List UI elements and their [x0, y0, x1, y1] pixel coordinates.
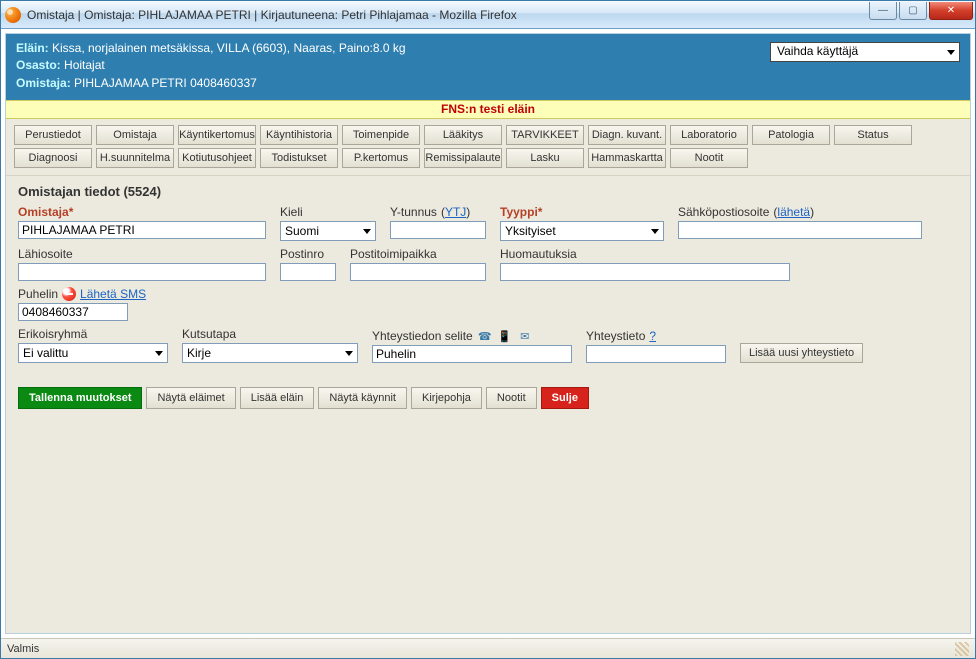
nav-item-row2-3[interactable]: Todistukset	[260, 148, 338, 168]
mail-icon[interactable]: ✉	[517, 329, 533, 343]
send-email-link[interactable]: lähetä	[777, 205, 810, 219]
mobile-icon[interactable]: 📱	[497, 329, 513, 343]
ytunnus-input[interactable]	[390, 221, 486, 239]
yhteystieto-label: Yhteystieto ?	[586, 329, 726, 343]
resize-grip-icon[interactable]	[955, 642, 969, 656]
erikoisryhma-label: Erikoisryhmä	[18, 327, 168, 341]
nav-area: PerustiedotOmistajaKäyntikertomusKäyntih…	[6, 119, 970, 176]
yhteystieto-input[interactable]	[586, 345, 726, 363]
nav-item-row1-9[interactable]: Patologia	[752, 125, 830, 145]
postinro-input[interactable]	[280, 263, 336, 281]
chevron-down-icon	[651, 229, 659, 234]
kutsutapa-value: Kirje	[187, 346, 211, 360]
kieli-select[interactable]: Suomi	[280, 221, 376, 241]
chevron-down-icon	[947, 50, 955, 55]
nav-item-row1-7[interactable]: Diagn. kuvant.	[588, 125, 666, 145]
info-header: Eläin: Kissa, norjalainen metsäkissa, VI…	[6, 34, 970, 100]
tyyppi-select[interactable]: Yksityiset	[500, 221, 664, 241]
show-animals-button[interactable]: Näytä eläimet	[146, 387, 235, 409]
tyyppi-value: Yksityiset	[505, 224, 556, 238]
elain-label: Eläin:	[16, 41, 49, 55]
lahiosoite-input[interactable]	[18, 263, 266, 281]
erikoisryhma-value: Ei valittu	[23, 346, 68, 360]
nav-item-row2-0[interactable]: Diagnoosi	[14, 148, 92, 168]
nav-item-row1-1[interactable]: Omistaja	[96, 125, 174, 145]
nav-item-row2-1[interactable]: H.suunnitelma	[96, 148, 174, 168]
nav-item-row2-6[interactable]: Lasku	[506, 148, 584, 168]
close-button[interactable]: Sulje	[541, 387, 589, 409]
omistaja-value: PIHLAJAMAA PETRI 0408460337	[74, 76, 257, 90]
kutsutapa-label: Kutsutapa	[182, 327, 358, 341]
nav-item-row1-5[interactable]: Lääkitys	[424, 125, 502, 145]
postitoimipaikka-input[interactable]	[350, 263, 486, 281]
stop-icon	[62, 287, 76, 301]
tyyppi-label: Tyyppi*	[500, 205, 664, 219]
nav-item-row1-8[interactable]: Laboratorio	[670, 125, 748, 145]
test-animal-banner: FNS:n testi eläin	[6, 100, 970, 119]
user-switch-label: Vaihda käyttäjä	[777, 43, 858, 60]
nav-item-row2-5[interactable]: Remissipalaute	[424, 148, 502, 168]
status-text: Valmis	[7, 643, 39, 655]
add-contact-button[interactable]: Lisää uusi yhteystieto	[740, 343, 863, 363]
ytj-link[interactable]: YTJ	[445, 205, 466, 219]
kieli-label: Kieli	[280, 205, 376, 219]
titlebar: Omistaja | Omistaja: PIHLAJAMAA PETRI | …	[1, 1, 975, 29]
nav-item-row2-4[interactable]: P.kertomus	[342, 148, 420, 168]
huomautuksia-label: Huomautuksia	[500, 247, 790, 261]
window-close-button[interactable]: ✕	[929, 2, 973, 20]
statusbar: Valmis	[1, 638, 975, 658]
save-button[interactable]: Tallenna muutokset	[18, 387, 142, 409]
show-visits-button[interactable]: Näytä käynnit	[318, 387, 407, 409]
letter-template-button[interactable]: Kirjepohja	[411, 387, 482, 409]
chevron-down-icon	[155, 351, 163, 356]
nav-item-row1-0[interactable]: Perustiedot	[14, 125, 92, 145]
maximize-button[interactable]: ▢	[899, 2, 927, 20]
user-switch-dropdown[interactable]: Vaihda käyttäjä	[770, 42, 960, 62]
puhelin-label: Puhelin Lähetä SMS	[18, 287, 168, 301]
firefox-icon	[5, 7, 21, 23]
nav-item-row2-8[interactable]: Nootit	[670, 148, 748, 168]
postitoimipaikka-label: Postitoimipaikka	[350, 247, 486, 261]
lahiosoite-label: Lähiosoite	[18, 247, 266, 261]
phone-icon[interactable]: ☎	[477, 329, 493, 343]
minimize-button[interactable]: —	[869, 2, 897, 20]
chevron-down-icon	[345, 351, 353, 356]
kutsutapa-select[interactable]: Kirje	[182, 343, 358, 363]
kieli-value: Suomi	[285, 224, 319, 238]
elain-value: Kissa, norjalainen metsäkissa, VILLA (66…	[52, 41, 406, 55]
omistaja-input[interactable]	[18, 221, 266, 239]
nav-item-row1-3[interactable]: Käyntihistoria	[260, 125, 338, 145]
content-area	[6, 417, 970, 633]
section-title: Omistajan tiedot (5524)	[6, 176, 970, 205]
nav-item-row1-6[interactable]: TARVIKKEET	[506, 125, 584, 145]
osasto-label: Osasto:	[16, 58, 61, 72]
yhteystieto-help-link[interactable]: ?	[649, 329, 656, 343]
action-bar: Tallenna muutokset Näytä eläimet Lisää e…	[6, 379, 970, 417]
ytunnus-label: Y-tunnus (YTJ)	[390, 205, 486, 219]
nav-item-row1-10[interactable]: Status	[834, 125, 912, 145]
yhteystiedon-selite-input[interactable]	[372, 345, 572, 363]
omistaja-field-label: Omistaja*	[18, 205, 266, 219]
send-sms-link[interactable]: Lähetä SMS	[80, 287, 146, 301]
nav-item-row2-7[interactable]: Hammaskartta	[588, 148, 666, 168]
nav-item-row1-4[interactable]: Toimenpide	[342, 125, 420, 145]
yhteystiedon-selite-label: Yhteystiedon selite ☎ 📱 ✉	[372, 329, 572, 343]
sahkoposti-input[interactable]	[678, 221, 922, 239]
omistaja-label: Omistaja:	[16, 76, 71, 90]
chevron-down-icon	[363, 229, 371, 234]
window-title: Omistaja | Omistaja: PIHLAJAMAA PETRI | …	[27, 8, 517, 22]
notes-button[interactable]: Nootit	[486, 387, 537, 409]
add-animal-button[interactable]: Lisää eläin	[240, 387, 315, 409]
huomautuksia-input[interactable]	[500, 263, 790, 281]
osasto-value: Hoitajat	[64, 58, 105, 72]
postinro-label: Postinro	[280, 247, 336, 261]
puhelin-input[interactable]	[18, 303, 128, 321]
sahkoposti-label: Sähköpostiosoite (lähetä)	[678, 205, 922, 219]
nav-item-row1-2[interactable]: Käyntikertomus	[178, 125, 256, 145]
nav-item-row2-2[interactable]: Kotiutusohjeet	[178, 148, 256, 168]
erikoisryhma-select[interactable]: Ei valittu	[18, 343, 168, 363]
